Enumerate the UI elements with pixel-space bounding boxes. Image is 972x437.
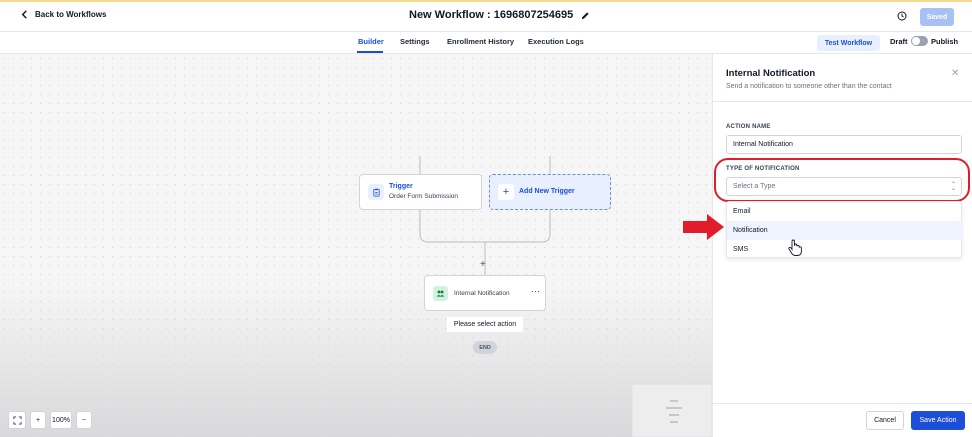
- zoom-out-button[interactable]: −: [76, 411, 92, 429]
- chevron-left-icon: [21, 10, 27, 19]
- users-icon: [433, 286, 448, 301]
- more-options-icon[interactable]: ···: [531, 286, 540, 296]
- minimap-block: [666, 407, 682, 409]
- action-name-input[interactable]: Internal Notification: [726, 135, 962, 154]
- internal-notification-node[interactable]: Internal Notification ···: [424, 275, 546, 311]
- top-bar: Back to Workflows New Workflow : 1696807…: [0, 0, 972, 32]
- connector-lines: [419, 156, 551, 275]
- tab-execution-logs[interactable]: Execution Logs: [528, 37, 584, 46]
- history-clock-icon[interactable]: [897, 11, 907, 21]
- notification-type-dropdown: Email Notification SMS: [726, 201, 963, 259]
- cancel-button[interactable]: Cancel: [866, 411, 904, 430]
- action-node-label: Internal Notification: [454, 290, 510, 297]
- zoom-in-button[interactable]: +: [30, 411, 46, 429]
- panel-divider: [713, 101, 972, 102]
- minimap-block: [670, 400, 678, 402]
- test-workflow-button[interactable]: Test Workflow: [817, 35, 880, 51]
- workflow-title-text: New Workflow : 1696807254695: [409, 9, 574, 21]
- pencil-icon[interactable]: [581, 11, 590, 20]
- action-name-label: ACTION NAME: [726, 124, 771, 130]
- save-action-button[interactable]: Save Action: [911, 411, 965, 430]
- plus-icon: +: [35, 416, 41, 424]
- option-email[interactable]: Email: [727, 202, 963, 221]
- draft-label: Draft: [890, 37, 908, 46]
- minimap[interactable]: [632, 384, 712, 437]
- saved-button[interactable]: Saved: [920, 8, 954, 26]
- tab-enrollment-history[interactable]: Enrollment History: [447, 37, 514, 46]
- panel-footer: Cancel Save Action: [713, 403, 972, 437]
- plus-icon: +: [498, 184, 514, 200]
- minimap-block: [670, 421, 678, 423]
- panel-subtitle: Send a notification to someone other tha…: [726, 83, 892, 90]
- tab-bar: Builder Settings Enrollment History Exec…: [0, 32, 972, 54]
- minimap-block: [669, 414, 679, 416]
- trigger-subtitle: Order Form Submission: [389, 193, 458, 200]
- add-step-plus-icon[interactable]: +: [480, 259, 486, 270]
- toggle-knob: [912, 37, 920, 45]
- back-to-workflows-link[interactable]: Back to Workflows: [20, 10, 106, 19]
- panel-title: Internal Notification: [726, 68, 816, 79]
- workflow-canvas[interactable]: Trigger Order Form Submission + Add New …: [0, 54, 712, 437]
- minus-icon: −: [81, 416, 87, 424]
- back-label: Back to Workflows: [35, 10, 107, 19]
- workflow-title: New Workflow : 1696807254695: [409, 9, 590, 21]
- publish-label: Publish: [931, 37, 959, 46]
- fit-screen-button[interactable]: [8, 411, 26, 429]
- add-trigger-label: Add New Trigger: [519, 188, 575, 195]
- close-icon[interactable]: ✕: [951, 68, 959, 79]
- zoom-level: 100%: [50, 411, 72, 429]
- zoom-controls: + 100% −: [8, 411, 92, 431]
- red-arrow-annotation: [683, 214, 724, 240]
- trigger-node[interactable]: Trigger Order Form Submission: [359, 174, 482, 210]
- red-highlight-annotation: [714, 158, 970, 202]
- action-name-value: Internal Notification: [733, 141, 793, 148]
- end-node: END: [473, 341, 497, 354]
- option-sms[interactable]: SMS: [727, 240, 963, 259]
- select-action-tooltip: Please select action: [447, 317, 523, 332]
- clipboard-icon: [368, 184, 384, 200]
- publish-toggle[interactable]: [911, 36, 928, 46]
- expand-icon: [12, 415, 22, 425]
- add-new-trigger-node[interactable]: + Add New Trigger: [489, 174, 611, 210]
- trigger-title: Trigger: [389, 183, 413, 190]
- active-tab-underline: [357, 51, 383, 53]
- tab-settings[interactable]: Settings: [400, 37, 430, 46]
- option-notification[interactable]: Notification: [727, 221, 963, 256]
- action-side-panel: Internal Notification Send a notificatio…: [712, 54, 972, 437]
- tab-builder[interactable]: Builder: [358, 37, 384, 46]
- option-notification-label: Notification: [733, 227, 768, 234]
